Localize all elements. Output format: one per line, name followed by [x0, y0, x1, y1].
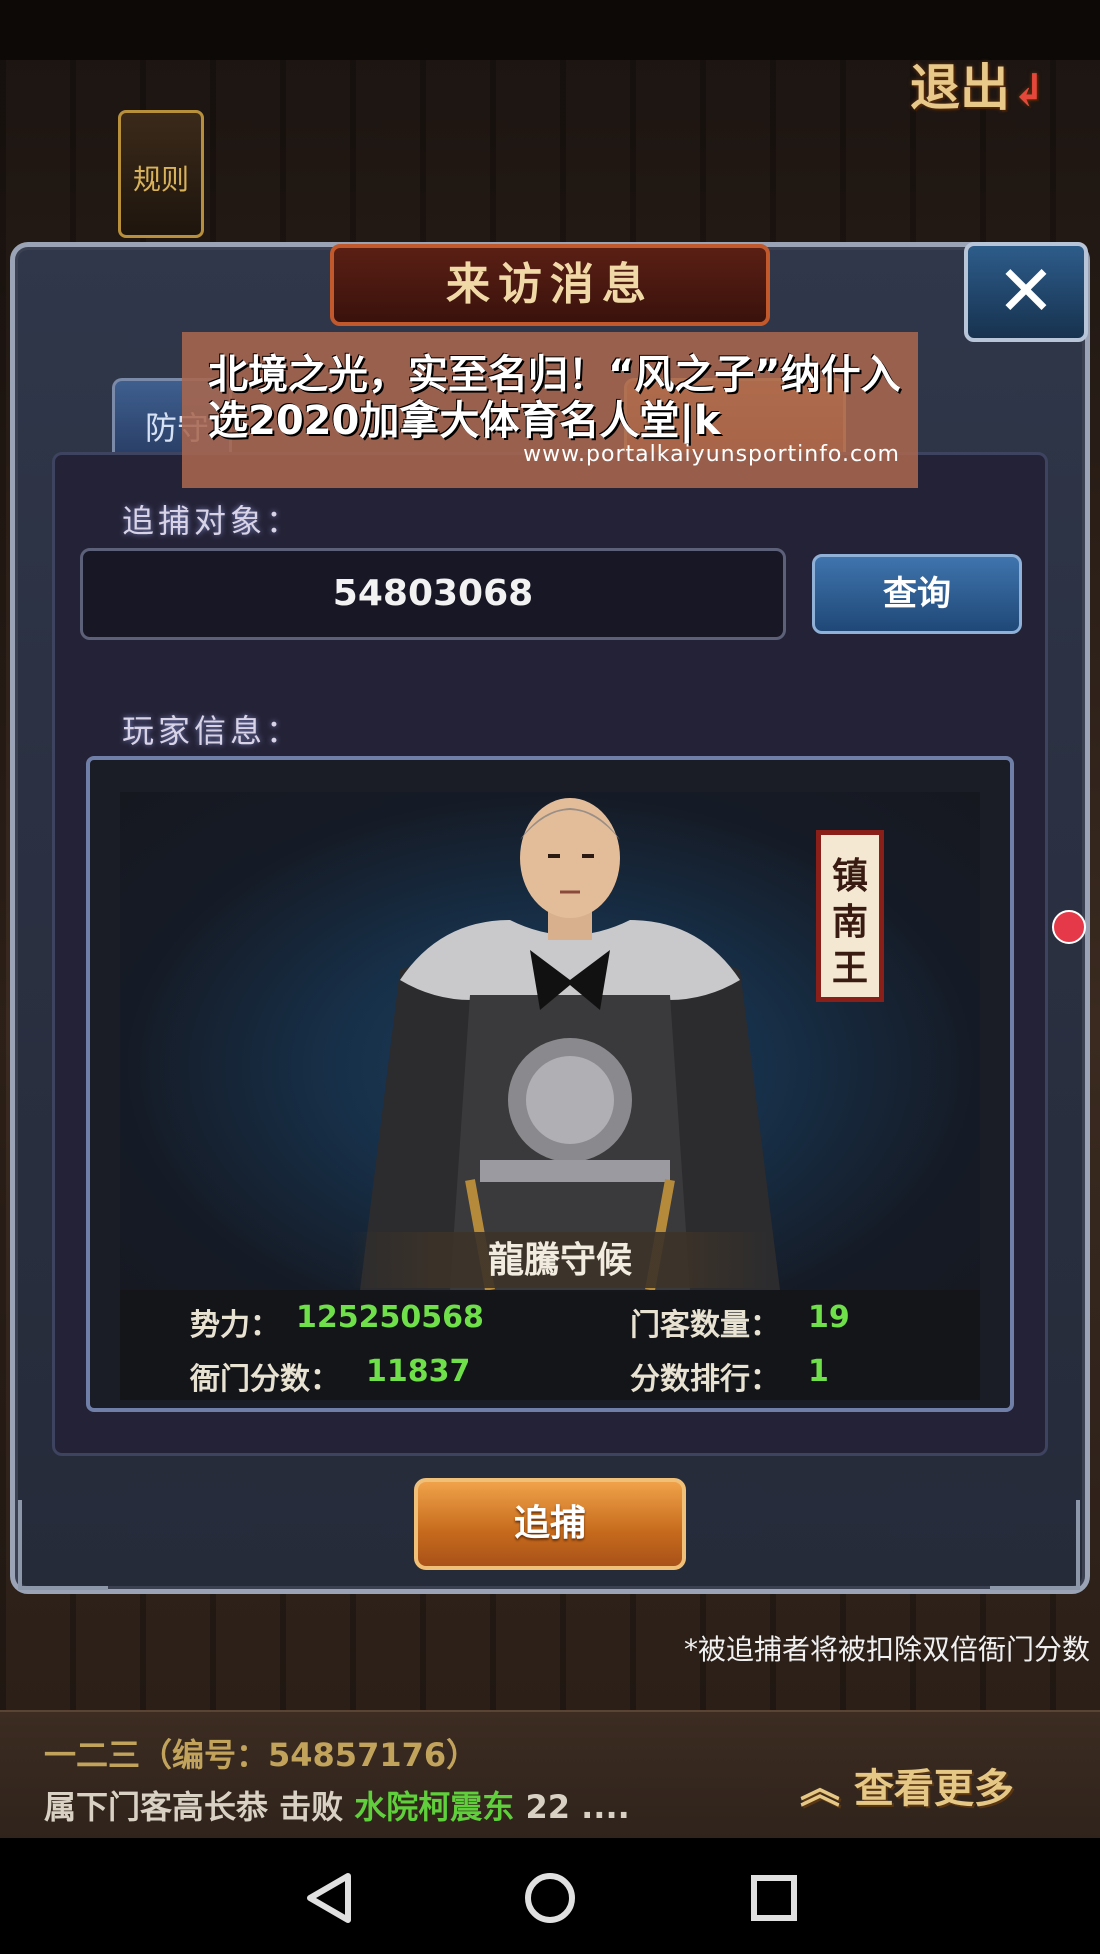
news-opponent[interactable]: 水院柯震东	[354, 1788, 514, 1826]
news-message: 属下门客高长恭 击败 水院柯震东 22 ....	[44, 1782, 630, 1828]
close-icon: ✕	[996, 250, 1056, 332]
view-more-button[interactable]: ︽ 查看更多	[800, 1756, 1070, 1820]
watermark-title: 北境之光，实至名归！“风之子”纳什入选2020加拿大体育名人堂|k	[208, 352, 901, 444]
score-label: 衙门分数：	[190, 1362, 340, 1397]
followers-value: 19	[808, 1300, 850, 1335]
score-value: 11837	[366, 1354, 471, 1389]
exit-arrow-icon: ↲	[1010, 65, 1047, 116]
rules-button[interactable]: 规则	[118, 110, 204, 238]
dialog-corner-left	[18, 1500, 108, 1590]
player-section-label: 玩家信息：	[122, 712, 303, 750]
notification-dot[interactable]	[1052, 910, 1086, 944]
view-more-label: 查看更多	[853, 1765, 1014, 1812]
double-chevron-up-icon: ︽	[800, 1765, 840, 1812]
dialog-corner-right	[990, 1500, 1080, 1590]
news-suffix: 22 ....	[514, 1788, 630, 1826]
news-prefix: 属下门客高长恭 击败	[44, 1788, 355, 1826]
exit-button[interactable]: 退出↲	[910, 48, 1090, 118]
character-portrait	[360, 798, 780, 1290]
arrest-note: *被追捕者将被扣除双倍衙门分数	[683, 1633, 1090, 1666]
power-label: 势力：	[190, 1308, 280, 1343]
back-triangle-icon[interactable]	[290, 1858, 370, 1938]
exit-label: 退出	[910, 58, 1010, 117]
close-button[interactable]: ✕	[964, 242, 1088, 342]
query-button[interactable]: 查询	[812, 554, 1022, 634]
watermark-url: www.portalkaiyunsportinfo.com	[523, 442, 900, 467]
home-circle-icon[interactable]	[510, 1858, 590, 1938]
target-id-input[interactable]: 54803068	[80, 548, 786, 640]
arrest-button[interactable]: 追捕	[414, 1478, 686, 1570]
dialog-title: 来访消息	[330, 244, 770, 326]
rules-label: 规则	[132, 163, 189, 196]
honor-title: 龍騰守候	[350, 1232, 770, 1288]
followers-label: 门客数量：	[630, 1308, 780, 1343]
rank-label: 分数排行：	[630, 1362, 780, 1397]
power-value: 125250568	[296, 1300, 484, 1335]
recents-square-icon[interactable]	[734, 1858, 814, 1938]
news-header: 一二三（编号：54857176）	[44, 1736, 479, 1774]
player-title-tag: 镇南王	[816, 830, 884, 1002]
target-section-label: 追捕对象：	[122, 502, 303, 540]
rank-value: 1	[808, 1354, 829, 1389]
